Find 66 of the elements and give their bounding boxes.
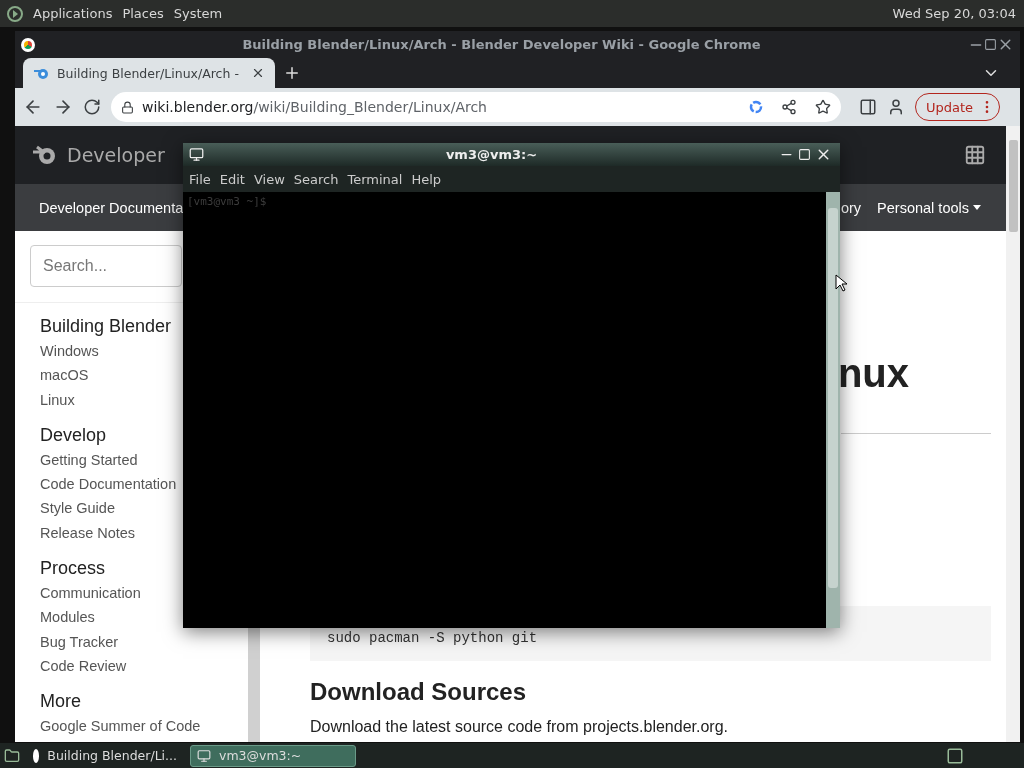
- taskbar-item[interactable]: Building Blender/Li...: [26, 744, 184, 767]
- section-heading: Download Sources: [310, 678, 528, 706]
- sidebar-link[interactable]: Code Review: [40, 653, 127, 679]
- scrollbar[interactable]: [1006, 126, 1020, 742]
- window-title: Building Blender/Linux/Arch - Blender Developer Wiki - Google Chrome: [241, 37, 762, 52]
- clock: Wed Sep 20, 03:04: [892, 6, 1017, 21]
- nav-link[interactable]: ory: [840, 199, 862, 216]
- taskbar-item[interactable]: vm3@vm3:~: [190, 744, 356, 767]
- new-tab-icon[interactable]: [283, 64, 301, 82]
- nav-link[interactable]: Personal tools: [877, 199, 981, 216]
- apps-grid-icon[interactable]: [964, 144, 986, 166]
- sidebar-link[interactable]: Code Documentation: [40, 472, 177, 497]
- side-panel-icon[interactable]: [859, 98, 877, 116]
- sidebar-link[interactable]: Release Notes: [40, 520, 136, 546]
- menu-item[interactable]: Terminal: [347, 171, 403, 187]
- panel-menu[interactable]: Applications: [32, 6, 114, 21]
- taskbar-label: vm3@vm3:~: [219, 748, 302, 763]
- menu-item[interactable]: Help: [411, 171, 442, 187]
- panel-menu[interactable]: Places: [121, 6, 165, 21]
- terminal-prompt: [vm3@vm3 ~]$: [187, 195, 267, 208]
- search-field[interactable]: Search...: [30, 245, 182, 287]
- sidebar-link[interactable]: Google Summer of Code: [40, 714, 201, 739]
- taskbar-label: Building Blender/Li...: [47, 748, 177, 763]
- address-bar[interactable]: wiki.blender.org/wiki/Building_Blender/Linux/Arch: [111, 92, 841, 122]
- sidebar-link[interactable]: Windows: [40, 339, 99, 364]
- sidebar-link[interactable]: Linux: [40, 387, 75, 412]
- power-icon[interactable]: [6, 4, 24, 23]
- sidebar-heading: Process: [40, 558, 107, 580]
- blender-logo-icon: [33, 66, 49, 80]
- menu-item[interactable]: Edit: [219, 171, 245, 187]
- sidebar-link[interactable]: Communication: [40, 581, 141, 606]
- star-icon[interactable]: [815, 99, 831, 115]
- sidebar-link[interactable]: macOS: [40, 363, 89, 388]
- sidebar-heading: Develop: [40, 424, 108, 446]
- window-title: vm3@vm3:~: [444, 147, 539, 162]
- reload-icon[interactable]: [83, 98, 101, 116]
- nav-link[interactable]: Developer Documenta: [39, 199, 184, 216]
- menu-item[interactable]: Search: [293, 171, 339, 187]
- profile-icon[interactable]: [887, 98, 905, 116]
- panel-menu[interactable]: System: [172, 6, 224, 21]
- menu-item[interactable]: File: [189, 171, 211, 187]
- url-path: /wiki/Building_Blender/Linux/Arch: [253, 99, 488, 115]
- maximize-icon[interactable]: [984, 38, 997, 51]
- blender-logo-icon: [31, 144, 57, 166]
- lock-icon: [121, 100, 134, 114]
- mouse-cursor-icon: [835, 274, 847, 292]
- url-host: wiki.blender.org: [142, 99, 254, 115]
- paragraph: Download the latest source code from projects.blender.org.: [310, 718, 729, 736]
- workspace-icon[interactable]: [946, 746, 964, 765]
- close-tab-icon[interactable]: [251, 66, 265, 80]
- sidebar-link[interactable]: Style Guide: [40, 496, 115, 521]
- code-text: sudo pacman -S python git: [327, 630, 538, 646]
- scrollbar[interactable]: [826, 192, 840, 628]
- folder-icon[interactable]: [4, 747, 20, 764]
- sidebar-heading: Building Blender: [40, 316, 173, 337]
- sidebar-link[interactable]: Bug Tracker: [40, 629, 119, 654]
- terminal-icon: [189, 147, 204, 162]
- terminal-icon: [197, 748, 211, 763]
- sidebar-link[interactable]: Getting Started: [40, 447, 138, 473]
- menu-item[interactable]: View: [253, 171, 285, 187]
- page-heading: nux: [837, 351, 909, 396]
- sidebar-heading: More: [40, 691, 82, 713]
- site-name[interactable]: Developer: [67, 144, 165, 166]
- browser-tab[interactable]: Building Blender/Linux/Arch -: [23, 58, 275, 88]
- sidebar-link[interactable]: Modules: [40, 605, 95, 630]
- share-icon[interactable]: [781, 99, 797, 115]
